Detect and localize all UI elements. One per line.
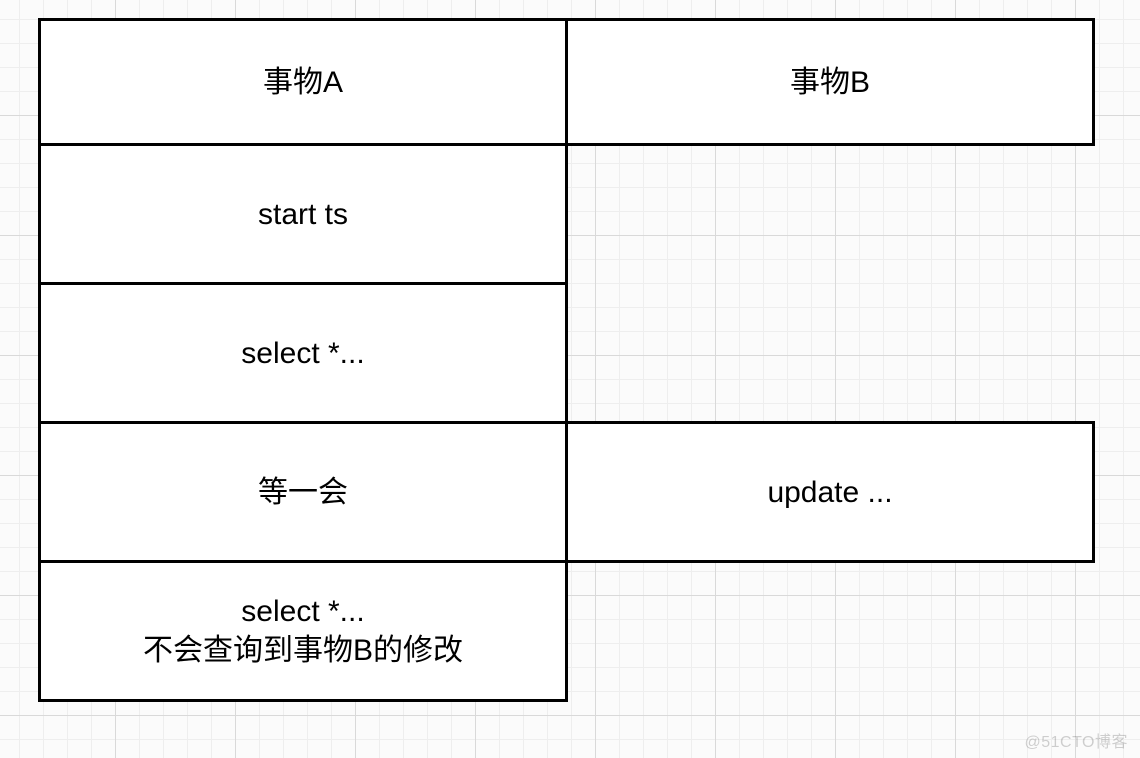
step-start-ts: start ts [38,143,568,285]
diagram-canvas: 事物A 事物B start ts select *... 等一会 update … [0,0,1140,758]
watermark-text: @51CTO博客 [1024,728,1128,752]
step-select-2: select *... 不会查询到事物B的修改 [38,560,568,702]
step-select-1: select *... [38,282,568,424]
step-update: update ... [565,421,1095,563]
header-cell-a: 事物A [38,18,568,146]
header-cell-b: 事物B [565,18,1095,146]
step-wait: 等一会 [38,421,568,563]
